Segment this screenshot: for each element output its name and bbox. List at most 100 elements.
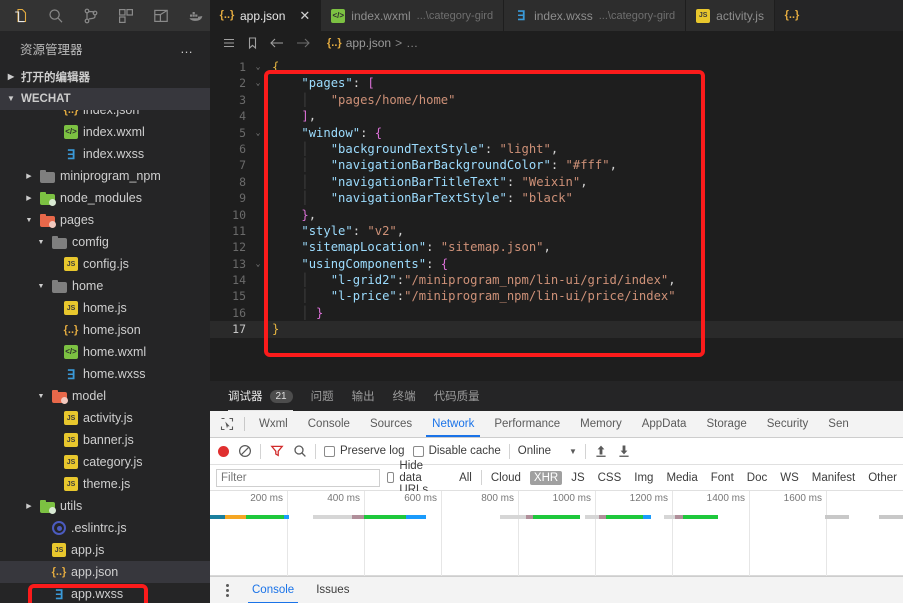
- filter-type-doc[interactable]: Doc: [743, 471, 771, 485]
- chevron-down-icon[interactable]: ▼: [35, 239, 47, 246]
- panel-tab[interactable]: 输出: [352, 381, 375, 411]
- chevron-down-icon[interactable]: ▼: [23, 217, 35, 224]
- arrow-left-icon[interactable]: [269, 37, 285, 49]
- code-line[interactable]: 11 "style": "v2",: [210, 223, 903, 239]
- extensions-icon[interactable]: [115, 5, 137, 27]
- code-line[interactable]: 1 ⌄ {: [210, 59, 903, 75]
- preserve-log-checkbox[interactable]: Preserve log: [324, 445, 405, 457]
- code-line[interactable]: 6 │ "backgroundTextStyle": "light",: [210, 141, 903, 157]
- tree-item-index-wxml[interactable]: </> index.wxml: [0, 121, 210, 143]
- tab-index-wxml[interactable]: </> index.wxml ...\category-gird: [321, 0, 505, 31]
- code-line[interactable]: 3 │ "pages/home/home": [210, 92, 903, 108]
- tree-item-category-js[interactable]: JS category.js: [0, 451, 210, 473]
- tree-item-home-wxss[interactable]: ∃ home.wxss: [0, 363, 210, 385]
- code-line[interactable]: 16 │ }: [210, 305, 903, 321]
- code-line[interactable]: 17}: [210, 321, 903, 338]
- clear-icon[interactable]: [237, 444, 252, 459]
- panel-tab[interactable]: 问题: [311, 381, 334, 411]
- search-icon[interactable]: [292, 444, 307, 459]
- filter-type-all[interactable]: All: [455, 471, 476, 485]
- network-waterfall[interactable]: 200 ms 400 ms 600 ms 800 ms 1000 ms 1200 ms 14…: [210, 491, 903, 576]
- code-line[interactable]: 2 ⌄ "pages": [: [210, 75, 903, 91]
- tree-item-app-wxss[interactable]: ∃ app.wxss: [0, 583, 210, 603]
- breadcrumb-trail[interactable]: …: [406, 36, 418, 50]
- filter-type-xhr[interactable]: XHR: [529, 470, 563, 485]
- panel-tab[interactable]: 代码质量: [434, 381, 480, 411]
- filter-type-font[interactable]: Font: [707, 471, 738, 485]
- tree-item-activity-js[interactable]: JS activity.js: [0, 407, 210, 429]
- tree-item-config-js[interactable]: JS config.js: [0, 253, 210, 275]
- kebab-menu-icon[interactable]: [220, 583, 234, 597]
- cursor-select-icon[interactable]: [214, 411, 240, 437]
- devtools-tab-console[interactable]: Console: [298, 411, 360, 437]
- tree-item-home-js[interactable]: JS home.js: [0, 297, 210, 319]
- devtools-tab-sen[interactable]: Sen: [818, 411, 858, 437]
- tree-item-index-json[interactable]: {..} index.json: [0, 110, 210, 121]
- code-line[interactable]: 5 ⌄ "window": {: [210, 125, 903, 141]
- tree-item--eslintrc-js[interactable]: .eslintrc.js: [0, 517, 210, 539]
- devtools-tab-network[interactable]: Network: [422, 411, 484, 437]
- fold-toggle-icon[interactable]: ⌄: [250, 59, 266, 75]
- code-line[interactable]: 4 ],: [210, 108, 903, 124]
- tree-item-index-wxss[interactable]: ∃ index.wxss: [0, 143, 210, 165]
- chevron-right-icon[interactable]: ▶: [23, 173, 35, 180]
- tab-close-icon[interactable]: ✕: [299, 9, 310, 22]
- devtools-tab-performance[interactable]: Performance: [484, 411, 570, 437]
- code-line[interactable]: 8 │ "navigationBarTitleText": "Weixin",: [210, 174, 903, 190]
- code-line[interactable]: 13 ⌄ "usingComponents": {: [210, 256, 903, 272]
- search-icon[interactable]: [45, 5, 67, 27]
- chevron-right-icon[interactable]: ▶: [23, 503, 35, 510]
- filter-type-ws[interactable]: WS: [776, 471, 803, 485]
- section-open-editors[interactable]: ▶ 打开的编辑器: [0, 66, 210, 88]
- code-editor-surface[interactable]: 1 ⌄{2 ⌄ "pages": [3 │ "pages/home/home" 4 ]…: [210, 55, 903, 381]
- tree-item-home-wxml[interactable]: </> home.wxml: [0, 341, 210, 363]
- upload-arrow-icon[interactable]: [594, 444, 609, 459]
- chevron-right-icon[interactable]: ▶: [23, 195, 35, 202]
- panel-tab[interactable]: 调试器 21: [228, 381, 293, 411]
- devtools-tab-wxml[interactable]: Wxml: [249, 411, 298, 437]
- filter-type-js[interactable]: JS: [567, 471, 588, 485]
- fold-toggle-icon[interactable]: ⌄: [250, 256, 266, 272]
- arrow-right-icon[interactable]: [295, 37, 311, 49]
- tree-item-app-js[interactable]: JS app.js: [0, 539, 210, 561]
- chevron-down-icon[interactable]: ▼: [35, 393, 47, 400]
- panel-tab[interactable]: 终端: [393, 381, 416, 411]
- devtools-tab-storage[interactable]: Storage: [696, 411, 756, 437]
- explorer-more-icon[interactable]: …: [180, 41, 194, 56]
- funnel-icon[interactable]: [269, 444, 284, 459]
- tab-overflow[interactable]: {..}: [774, 0, 903, 31]
- explorer-icon[interactable]: [10, 5, 32, 27]
- disable-cache-checkbox[interactable]: Disable cache: [412, 445, 501, 457]
- tree-item-app-json[interactable]: {..} app.json: [0, 561, 210, 583]
- drawer-tab-issues[interactable]: Issues: [312, 577, 353, 603]
- code-line[interactable]: 9 │ "navigationBarTextStyle": "black": [210, 190, 903, 206]
- code-line[interactable]: 15 │ "l-price":"/miniprogram_npm/lin-ui/…: [210, 288, 903, 304]
- source-control-icon[interactable]: [80, 5, 102, 27]
- tree-item-miniprogram-npm[interactable]: ▶ miniprogram_npm: [0, 165, 210, 187]
- section-wechat[interactable]: ▼ WECHAT: [0, 88, 210, 110]
- tree-item-home-json[interactable]: {..} home.json: [0, 319, 210, 341]
- tab-index-wxss[interactable]: ∃ index.wxss ...\category-gird: [504, 0, 687, 31]
- code-line[interactable]: 7 │ "navigationBarBackgroundColor": "#ff…: [210, 157, 903, 173]
- fold-toggle-icon[interactable]: ⌄: [250, 125, 266, 141]
- filter-type-img[interactable]: Img: [630, 471, 657, 485]
- filter-type-other[interactable]: Other: [864, 471, 901, 485]
- code-line[interactable]: 12 "sitemapLocation": "sitemap.json",: [210, 239, 903, 255]
- code-line[interactable]: 14 │ "l-grid2":"/miniprogram_npm/lin-ui/…: [210, 272, 903, 288]
- tree-item-node-modules[interactable]: ▶ node_modules: [0, 187, 210, 209]
- debug-icon[interactable]: [150, 5, 172, 27]
- code-line[interactable]: 10 },: [210, 207, 903, 223]
- waterfall-request-bar[interactable]: [210, 515, 903, 519]
- tree-item-comfig[interactable]: ▼ comfig: [0, 231, 210, 253]
- tab-activity-js[interactable]: JS activity.js: [686, 0, 775, 31]
- tree-item-theme-js[interactable]: JS theme.js: [0, 473, 210, 495]
- drawer-tab-console[interactable]: Console: [248, 577, 299, 603]
- list-icon[interactable]: [222, 36, 236, 50]
- filter-type-css[interactable]: CSS: [594, 471, 626, 485]
- record-dot-icon[interactable]: [218, 445, 229, 457]
- tree-item-model[interactable]: ▼ model: [0, 385, 210, 407]
- devtools-tab-appdata[interactable]: AppData: [632, 411, 697, 437]
- devtools-tab-memory[interactable]: Memory: [570, 411, 632, 437]
- tab-app-json[interactable]: {..} app.json ✕: [210, 0, 322, 31]
- tree-item-pages[interactable]: ▼ pages: [0, 209, 210, 231]
